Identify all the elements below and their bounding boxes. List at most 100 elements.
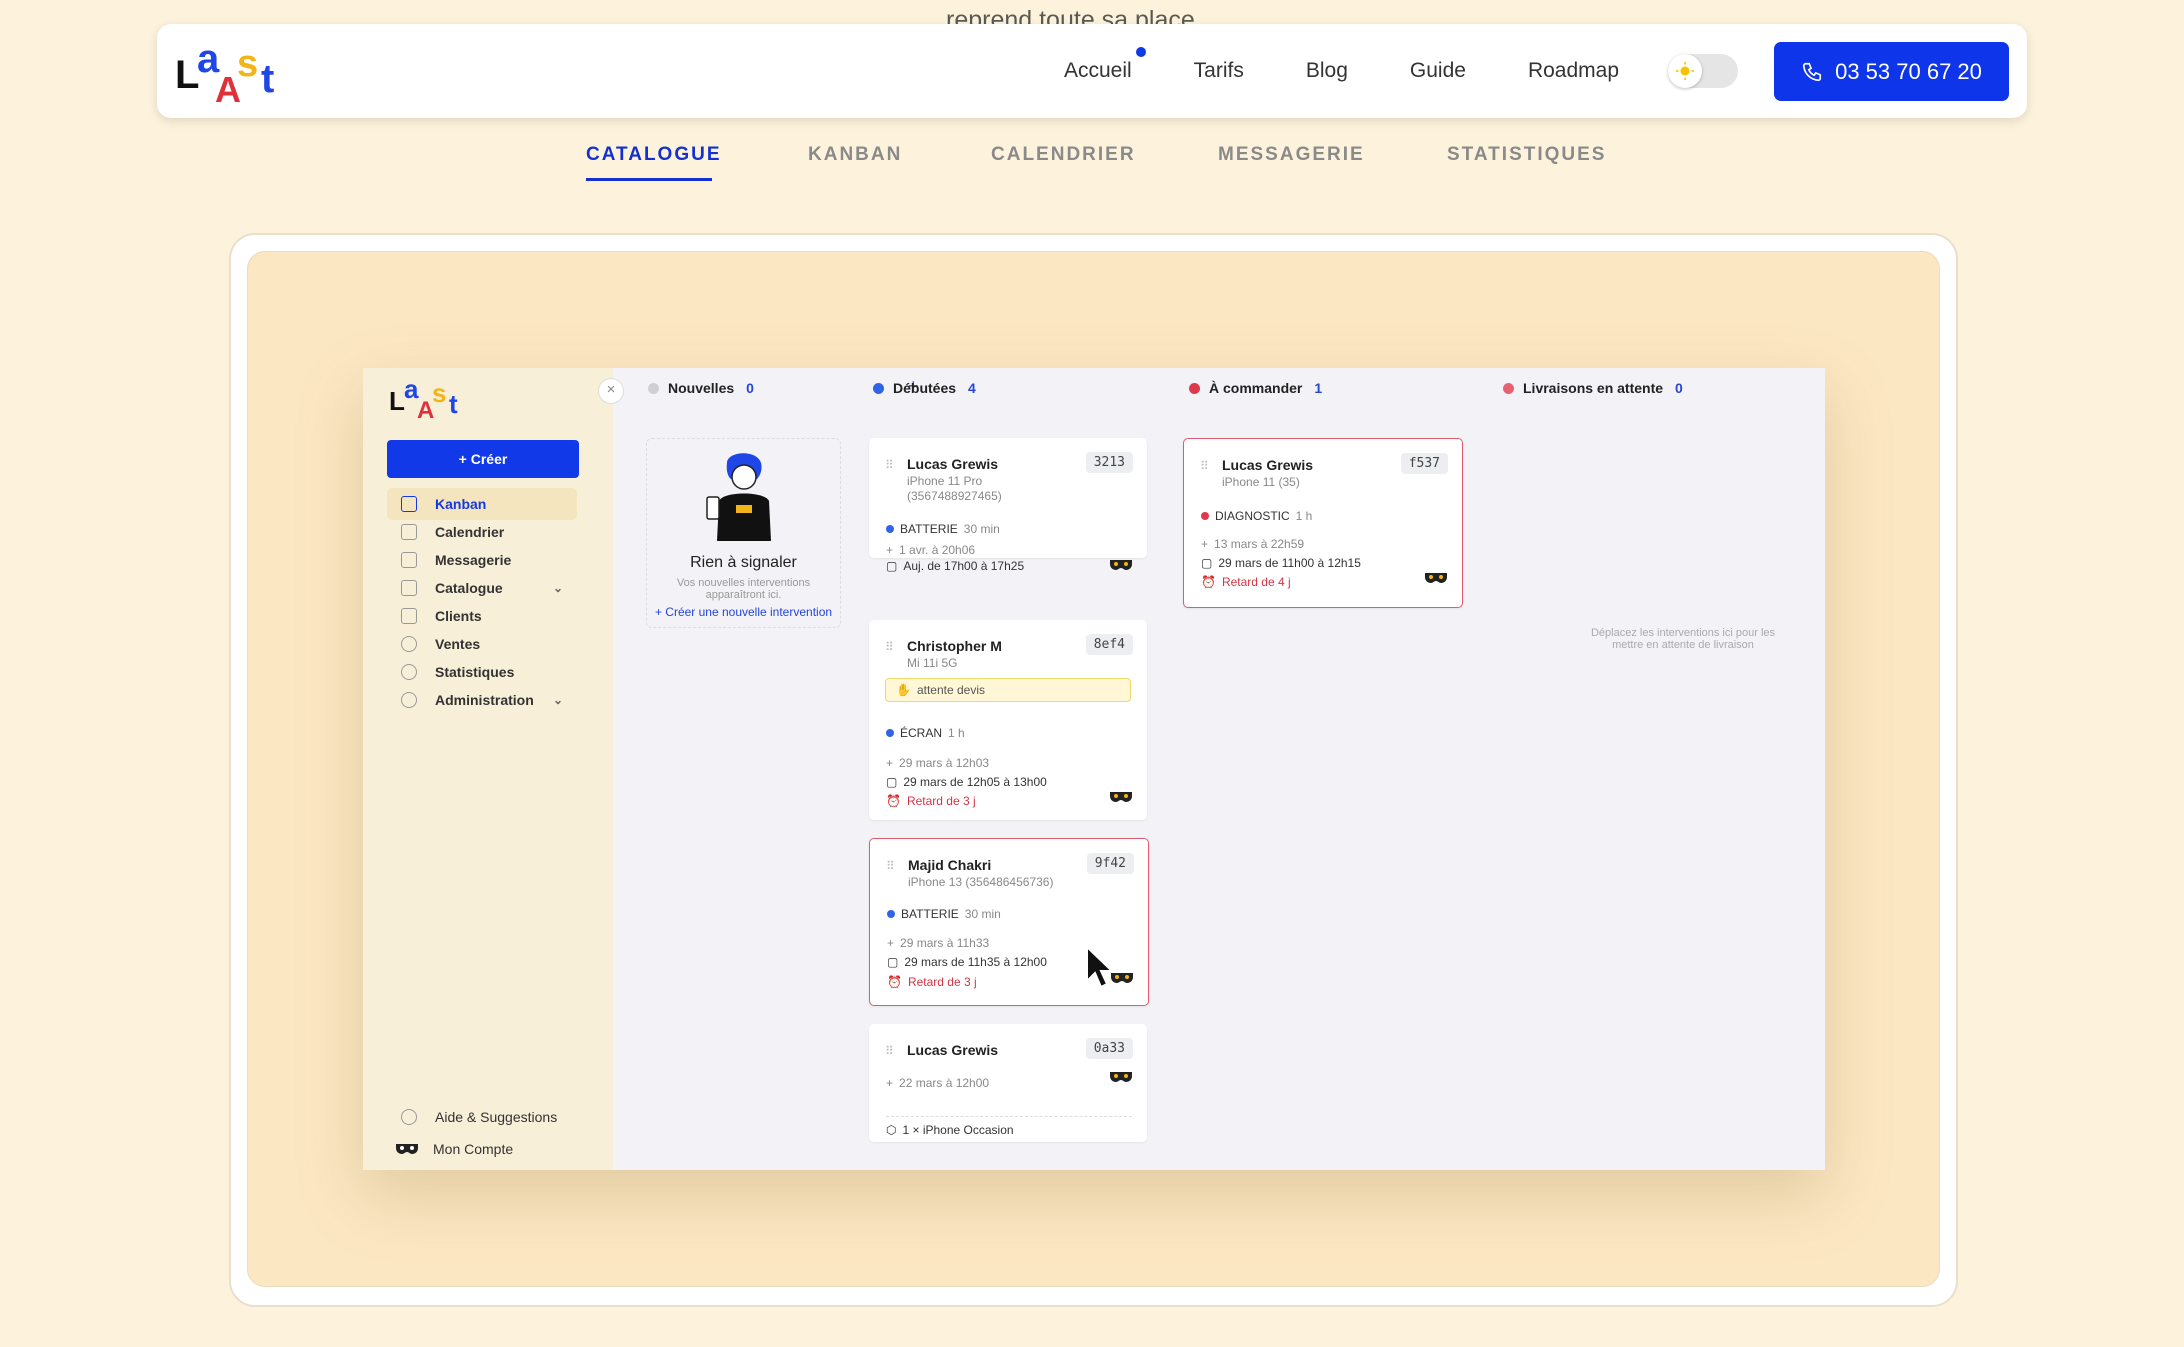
status-dot	[873, 382, 884, 394]
nav-roadmap[interactable]: Roadmap	[1528, 59, 1619, 83]
created-date: 1 avr. à 20h06	[899, 543, 976, 557]
chevron-down-icon: ⌄	[552, 693, 563, 707]
task-duration: 30 min	[964, 907, 1001, 921]
main-nav: Accueil Tarifs Blog Guide Roadmap	[1064, 24, 1619, 118]
intervention-card[interactable]: ⠿ Lucas Grewis f537 iPhone 11 (35) DIAGN…	[1183, 438, 1463, 608]
empty-subtitle: Vos nouvelles interventions apparaîtront…	[676, 577, 811, 601]
mouse-cursor-icon	[1086, 945, 1115, 989]
plus-icon: +	[886, 756, 894, 770]
task-dot	[886, 525, 894, 533]
alarm-icon: ⏰	[887, 975, 902, 989]
technician-avatar	[1110, 560, 1132, 570]
technician-avatar	[1110, 792, 1132, 802]
delay-label: Retard de 3 j	[906, 794, 976, 808]
sidebar-item-account[interactable]: Mon Compte	[387, 1133, 577, 1165]
active-tab-underline	[586, 178, 712, 181]
nav-tarifs[interactable]: Tarifs	[1194, 59, 1244, 83]
task-type: BATTERIE	[900, 522, 958, 536]
appointment-slot: Auj. de 17h00 à 17h25	[903, 559, 1025, 573]
drag-handle-icon[interactable]: ⠿	[886, 859, 895, 873]
intervention-card[interactable]: ⠿ Lucas Grewis 3213 iPhone 11 Pro (35674…	[869, 438, 1147, 573]
plus-icon: +	[886, 1076, 894, 1090]
column-header-livraisons: Livraisons en attente 0	[1503, 368, 1683, 408]
drag-handle-icon[interactable]: ⠿	[885, 640, 894, 654]
calendar-icon: ▢	[886, 559, 898, 573]
drop-hint: Déplacez les interventions ici pour les …	[1590, 627, 1776, 651]
plus-icon: +	[887, 936, 895, 950]
drag-handle-icon[interactable]: ⠿	[885, 458, 894, 472]
created-date: 29 mars à 11h33	[900, 936, 990, 950]
empty-state: Rien à signaler Vos nouvelles interventi…	[646, 438, 841, 628]
sales-icon	[401, 636, 417, 652]
showcase-inner: L a A s t + Créer Kanban Calendrier Mess…	[247, 251, 1940, 1287]
ticket-code: 0a33	[1085, 1038, 1133, 1059]
sidebar-item-help[interactable]: Aide & Suggestions	[387, 1101, 577, 1133]
chevron-down-icon: ⌄	[552, 581, 563, 595]
technician-avatar	[1110, 1072, 1132, 1082]
person-illustration	[706, 453, 771, 541]
svg-text:t: t	[449, 389, 458, 419]
layers-icon	[401, 580, 417, 596]
sun-icon	[1668, 54, 1702, 88]
customer-name: Lucas Grewis	[1222, 457, 1314, 473]
status-dot	[648, 382, 659, 394]
gear-icon	[401, 692, 417, 708]
tab-calendrier[interactable]: CALENDRIER	[991, 144, 1136, 166]
calendar-icon: ▢	[886, 775, 898, 789]
calendar-icon: ▢	[887, 955, 899, 969]
nav-guide[interactable]: Guide	[1410, 59, 1466, 83]
status-dot	[1503, 382, 1514, 394]
device-name: iPhone 11 (35)	[1222, 475, 1300, 489]
device-name: Mi 11i 5G	[907, 656, 958, 670]
drag-handle-icon[interactable]: ⠿	[1200, 459, 1209, 473]
tab-statistiques[interactable]: STATISTIQUES	[1447, 144, 1606, 166]
technician-avatar	[1425, 573, 1447, 583]
task-duration: 1 h	[948, 726, 965, 740]
calendar-icon: ▢	[1201, 556, 1213, 570]
tab-messagerie[interactable]: MESSAGERIE	[1218, 144, 1365, 166]
phone-number: 03 53 70 67 20	[1835, 58, 1982, 84]
site-header: L a A s t Accueil Tarifs Blog Guide Road…	[157, 24, 2027, 118]
hand-icon: ✋	[896, 683, 911, 697]
task-duration: 30 min	[963, 522, 1000, 536]
customer-name: Majid Chakri	[908, 857, 992, 873]
app-screenshot: L a A s t + Créer Kanban Calendrier Mess…	[363, 368, 1825, 1170]
laast-logo[interactable]: L a A s t	[175, 38, 293, 104]
alarm-icon: ⏰	[1201, 575, 1216, 589]
tab-kanban[interactable]: KANBAN	[808, 144, 902, 166]
nav-accueil[interactable]: Accueil	[1064, 47, 1146, 83]
nav-blog[interactable]: Blog	[1306, 59, 1348, 83]
svg-text:t: t	[261, 57, 274, 101]
sidebar-item-administration[interactable]: Administration ⌄	[387, 684, 577, 716]
kanban-icon	[401, 496, 417, 512]
close-sidebar-icon[interactable]: ×	[598, 378, 624, 404]
created-date: 29 mars à 12h03	[899, 756, 990, 770]
intervention-card[interactable]: ⠿ Christopher M 8ef4 Mi 11i 5G ✋ attente …	[869, 620, 1147, 820]
device-imei: (356748892746​5)	[907, 489, 1002, 503]
svg-text:L: L	[389, 386, 405, 416]
svg-text:s: s	[432, 378, 446, 408]
create-button[interactable]: + Créer	[387, 440, 579, 478]
column-header-a-commander: À commander 1	[1189, 368, 1322, 408]
delay-label: Retard de 3 j	[907, 975, 977, 989]
task-duration: 1 h	[1295, 509, 1313, 523]
ticket-code: 3213	[1085, 452, 1133, 473]
tab-catalogue[interactable]: CATALOGUE	[586, 144, 722, 166]
intervention-card[interactable]: ⠿ Lucas Grewis 0a33 +22 mars à 12h00 ⬡ 1 …	[869, 1024, 1147, 1142]
calendar-icon	[401, 524, 417, 540]
customer-name: Lucas Grewis	[907, 1042, 999, 1058]
help-icon	[401, 1109, 417, 1125]
delay-label: Retard de 4 j	[1221, 575, 1291, 589]
ticket-code: f537	[1400, 453, 1448, 474]
created-date: 22 mars à 12h00	[899, 1076, 990, 1090]
avatar	[396, 1144, 418, 1154]
box-icon: ⬡	[886, 1123, 897, 1137]
create-intervention-link[interactable]: + Créer une nouvelle intervention	[647, 605, 840, 619]
customer-name: Lucas Grewis	[907, 456, 999, 472]
theme-toggle[interactable]	[1668, 54, 1738, 88]
customer-name: Christopher M	[907, 638, 1002, 654]
app-logo: L a A s t	[389, 376, 458, 420]
call-button[interactable]: 03 53 70 67 20	[1774, 42, 2009, 101]
plus-icon: +	[886, 543, 894, 557]
drag-handle-icon[interactable]: ⠿	[885, 1044, 894, 1058]
